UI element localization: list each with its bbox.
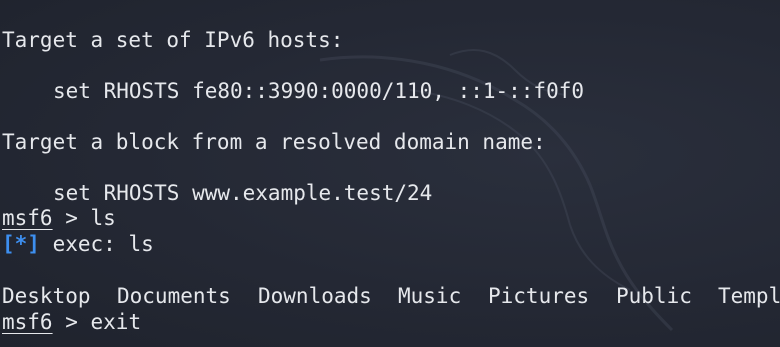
ls-entry: Desktop bbox=[2, 284, 91, 308]
ls-entry: Public bbox=[616, 284, 692, 308]
terminal-window[interactable]: Target a set of IPv6 hosts: set RHOSTS f… bbox=[0, 0, 780, 347]
exec-info-line: [*] exec: ls bbox=[2, 231, 780, 257]
prompt-separator: > bbox=[52, 310, 91, 334]
prompt-separator: > bbox=[52, 206, 91, 230]
ls-entry: Documents bbox=[117, 284, 231, 308]
msf-prompt: msf6 bbox=[2, 206, 53, 230]
help-heading-domain: Target a block from a resolved domain na… bbox=[2, 130, 546, 154]
help-example-ipv6: set RHOSTS fe80::3990:0000/110, ::1-::f0… bbox=[53, 79, 585, 103]
exec-text: exec: ls bbox=[39, 232, 154, 256]
help-example-domain: set RHOSTS www.example.test/24 bbox=[53, 181, 433, 205]
command-text: exit bbox=[90, 310, 142, 334]
ls-entry: Downloads bbox=[258, 284, 372, 308]
ls-output-line: Desktop Documents Downloads Music Pictures Pu… bbox=[2, 283, 780, 309]
terminal-output: Target a set of IPv6 hosts: set RHOSTS f… bbox=[2, 0, 780, 347]
ls-entry: Templ bbox=[718, 284, 780, 308]
info-marker: [*] bbox=[2, 232, 40, 256]
help-heading-ipv6: Target a set of IPv6 hosts: bbox=[2, 28, 344, 52]
command-line-ls: msf6 > ls bbox=[2, 205, 780, 231]
ls-entry: Pictures bbox=[488, 284, 590, 308]
msf-prompt: msf6 bbox=[2, 310, 53, 334]
command-line-exit: msf6 > exit bbox=[2, 309, 780, 335]
command-text: ls bbox=[90, 206, 116, 230]
ls-entry: Music bbox=[398, 284, 462, 308]
